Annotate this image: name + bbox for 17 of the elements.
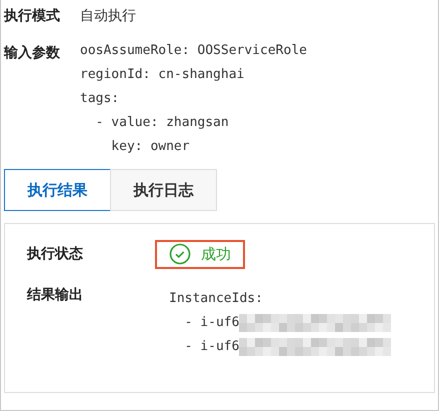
tab[interactable]: 执行日志 <box>110 169 217 211</box>
code-line: - i-uf6 <box>184 314 240 332</box>
field-label: 输入参数 <box>4 44 61 63</box>
field-value: 自动执行 <box>80 7 136 26</box>
code-line: key: owner <box>110 138 191 156</box>
code-line: - i-uf6 <box>184 338 240 356</box>
code-line: regionId: cn-shanghai <box>80 66 246 84</box>
code-line: - value: zhangsan <box>94 114 230 132</box>
field-label: 执行模式 <box>4 7 61 26</box>
field-label: 结果输出 <box>27 286 84 304</box>
code-line: tags: <box>80 90 120 108</box>
check-circle-icon <box>169 243 191 266</box>
status-text: 成功 <box>201 244 231 265</box>
code-line: InstanceIds: <box>169 290 263 308</box>
field-label: 执行状态 <box>27 245 84 264</box>
tab[interactable]: 执行结果 <box>4 169 111 211</box>
code-line: oosAssumeRole: OOSServiceRole <box>80 42 307 60</box>
